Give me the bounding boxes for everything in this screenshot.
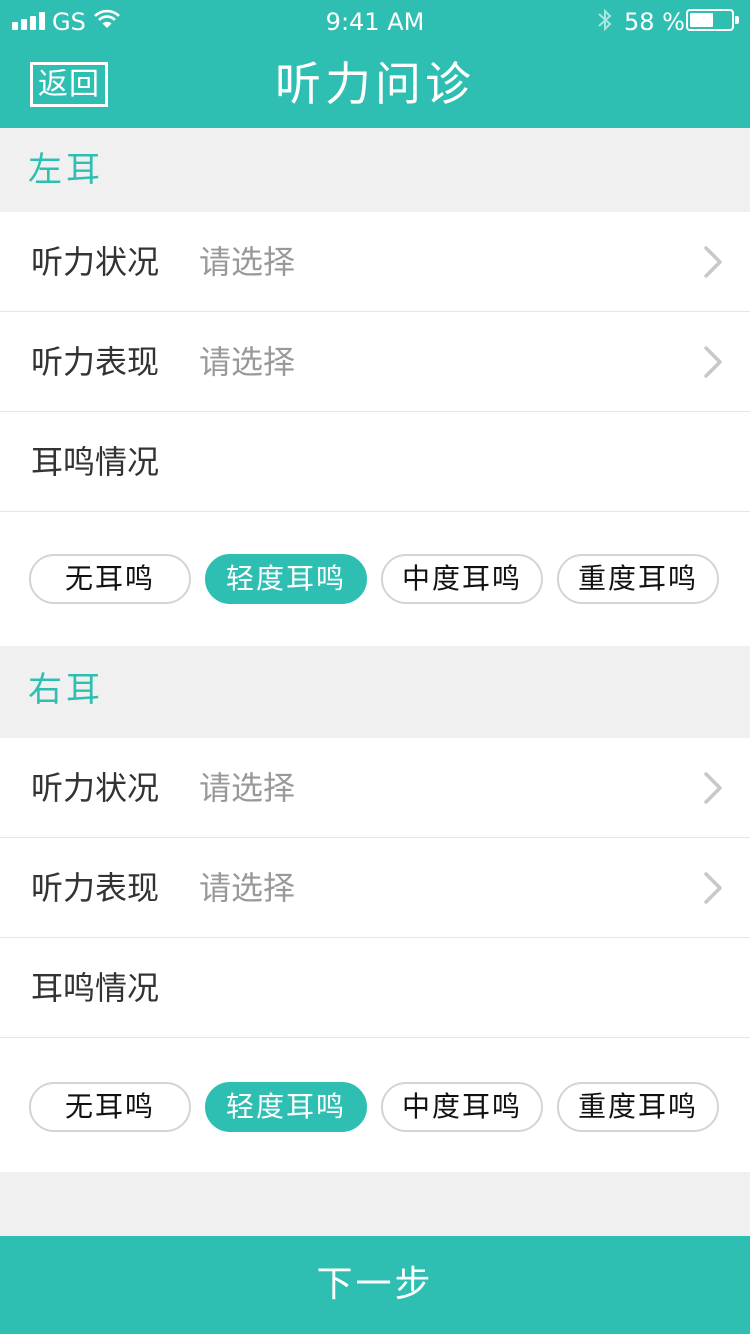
tinnitus-option-severe[interactable]: 重度耳鸣 (557, 554, 719, 604)
battery-icon (686, 9, 734, 31)
status-bar: GS 9:41 AM 58 % (0, 0, 750, 44)
bluetooth-icon (598, 8, 612, 32)
row-label: 听力状况 (31, 243, 160, 281)
select-placeholder: 请选择 (199, 769, 296, 807)
tinnitus-option-none[interactable]: 无耳鸣 (29, 1082, 191, 1132)
right-tinnitus-row: 耳鸣情况 (0, 938, 750, 1038)
next-step-button[interactable]: 下一步 (0, 1236, 750, 1334)
left-tinnitus-row: 耳鸣情况 (0, 412, 750, 512)
select-placeholder: 请选择 (199, 243, 296, 281)
row-label: 听力表现 (31, 869, 160, 907)
row-label: 耳鸣情况 (31, 443, 160, 481)
row-label: 听力状况 (31, 769, 160, 807)
select-placeholder: 请选择 (199, 869, 296, 907)
tinnitus-option-moderate[interactable]: 中度耳鸣 (381, 554, 543, 604)
chevron-right-icon (704, 246, 722, 278)
section-header-left-ear: 左耳 (28, 150, 104, 190)
battery-level-fill (690, 13, 713, 27)
tinnitus-option-none[interactable]: 无耳鸣 (29, 554, 191, 604)
right-tinnitus-options: 无耳鸣 轻度耳鸣 中度耳鸣 重度耳鸣 (0, 1038, 750, 1172)
tinnitus-option-mild[interactable]: 轻度耳鸣 (205, 554, 367, 604)
select-placeholder: 请选择 (199, 343, 296, 381)
chevron-right-icon (704, 346, 722, 378)
tinnitus-option-mild[interactable]: 轻度耳鸣 (205, 1082, 367, 1132)
row-label: 听力表现 (31, 343, 160, 381)
right-hearing-status-row[interactable]: 听力状况 请选择 (0, 738, 750, 838)
left-tinnitus-options: 无耳鸣 轻度耳鸣 中度耳鸣 重度耳鸣 (0, 512, 750, 646)
tinnitus-option-severe[interactable]: 重度耳鸣 (557, 1082, 719, 1132)
battery-percent: 58 % (624, 8, 685, 36)
right-hearing-performance-row[interactable]: 听力表现 请选择 (0, 838, 750, 938)
section-header-right-ear: 右耳 (28, 670, 104, 710)
tinnitus-option-moderate[interactable]: 中度耳鸣 (381, 1082, 543, 1132)
row-label: 耳鸣情况 (31, 969, 160, 1007)
battery-tip (735, 16, 739, 24)
chevron-right-icon (704, 872, 722, 904)
chevron-right-icon (704, 772, 722, 804)
navigation-bar: 返回 听力问诊 (0, 44, 750, 128)
page-title: 听力问诊 (275, 57, 475, 111)
left-hearing-performance-row[interactable]: 听力表现 请选择 (0, 312, 750, 412)
left-hearing-status-row[interactable]: 听力状况 请选择 (0, 212, 750, 312)
